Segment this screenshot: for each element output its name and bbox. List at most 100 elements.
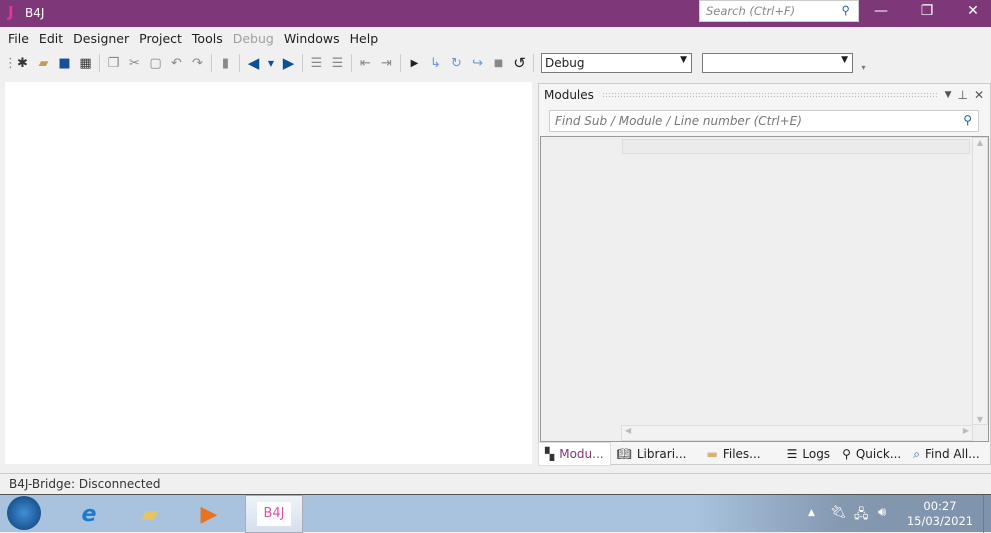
indent-icon[interactable]: ⇥ xyxy=(376,56,397,71)
magnifier-icon: ⚲ xyxy=(842,447,851,461)
panel-title: Modules xyxy=(544,88,594,102)
restart-icon[interactable]: ↺ xyxy=(509,54,530,72)
module-select[interactable]: ▼ xyxy=(702,53,853,73)
folder-icon: ▬ xyxy=(706,447,718,461)
clock[interactable]: 00:27 15/03/2021 xyxy=(905,499,975,529)
cut-icon[interactable]: ✂ xyxy=(124,56,145,71)
grip-icon: ⋮ xyxy=(4,55,17,71)
menu-designer[interactable]: Designer xyxy=(68,31,134,46)
status-bar: B4J-Bridge: Disconnected xyxy=(0,473,991,495)
separator xyxy=(400,54,401,72)
window-title: B4J xyxy=(25,6,45,20)
modules-icon: ▚ xyxy=(545,447,555,461)
separator xyxy=(302,54,303,72)
run-icon[interactable]: ▶ xyxy=(404,58,425,69)
menu-windows[interactable]: Windows xyxy=(279,31,345,46)
open-file-icon[interactable]: ▰ xyxy=(33,56,54,71)
search-icon: ⚲ xyxy=(963,113,972,127)
network-icon[interactable]: 🖧 xyxy=(854,505,869,527)
horizontal-scrollbar[interactable]: ◀ ▶ xyxy=(621,425,973,441)
back-icon[interactable]: ◀ xyxy=(243,54,264,72)
modules-list[interactable]: ▲ ▼ ◀ ▶ xyxy=(540,136,989,442)
scroll-up-icon[interactable]: ▲ xyxy=(973,138,987,147)
file-explorer-icon[interactable]: ▰ xyxy=(121,499,179,531)
menu-help[interactable]: Help xyxy=(345,31,384,46)
search-icon: ⚲ xyxy=(841,3,850,17)
clock-date: 15/03/2021 xyxy=(906,514,974,528)
menu-tools[interactable]: Tools xyxy=(187,31,228,46)
vertical-scrollbar[interactable]: ▲ ▼ xyxy=(972,137,988,425)
build-config-value: Debug xyxy=(545,56,585,70)
undo-icon[interactable]: ↶ xyxy=(166,56,187,71)
tab-label: Modu... xyxy=(559,447,604,461)
app-logo-icon: J xyxy=(8,3,14,21)
outdent-icon[interactable]: ⇤ xyxy=(355,56,376,71)
show-desktop-button[interactable] xyxy=(983,495,991,533)
close-button[interactable]: ✕ xyxy=(950,0,991,22)
tab-find-all[interactable]: ⌕ Find All... xyxy=(907,442,985,466)
code-editor[interactable] xyxy=(5,82,532,464)
tab-files[interactable]: ▬ Files... xyxy=(700,442,766,466)
restore-button[interactable]: ❐ xyxy=(904,0,950,22)
menu-bar: File Edit Designer Project Tools Debug W… xyxy=(0,27,991,50)
search-placeholder: Search (Ctrl+F) xyxy=(706,4,796,18)
scroll-left-icon[interactable]: ◀ xyxy=(625,426,631,435)
media-player-icon[interactable]: ▶ xyxy=(180,499,238,531)
find-sub-input[interactable]: Find Sub / Module / Line number (Ctrl+E)… xyxy=(549,110,979,132)
separator xyxy=(99,54,100,72)
step-out-icon[interactable]: ↪ xyxy=(467,56,488,71)
panel-menu-icon[interactable]: ▼ xyxy=(945,90,952,100)
toolbar-overflow-icon[interactable]: ▾ xyxy=(853,63,874,72)
separator xyxy=(533,54,534,72)
start-button[interactable] xyxy=(0,496,48,530)
save-icon[interactable]: ■ xyxy=(54,56,75,71)
export-icon[interactable]: ▦ xyxy=(75,56,96,71)
step-over-icon[interactable]: ↻ xyxy=(446,56,467,71)
dropdown-arrow-icon: ▼ xyxy=(680,55,687,65)
panel-header: Modules ▼ ⊥ ✕ xyxy=(539,84,990,106)
tab-label: Logs xyxy=(802,447,831,461)
bookmark-icon[interactable]: ▮ xyxy=(215,56,236,71)
panel-grip[interactable] xyxy=(601,92,937,98)
menu-debug[interactable]: Debug xyxy=(228,31,279,46)
tab-libraries[interactable]: 📖︎ Librari... xyxy=(611,442,693,466)
search-input[interactable]: Search (Ctrl+F) ⚲ xyxy=(699,0,859,22)
stop-icon[interactable]: ■ xyxy=(488,58,509,69)
forward-icon[interactable]: ▶ xyxy=(278,54,299,72)
build-config-select[interactable]: Debug ▼ xyxy=(541,53,692,73)
new-file-icon[interactable]: ✱ xyxy=(12,56,33,71)
redo-icon[interactable]: ↷ xyxy=(187,56,208,71)
menu-file[interactable]: File xyxy=(3,31,34,46)
menu-project[interactable]: Project xyxy=(134,31,187,46)
back-dropdown-icon[interactable]: ▼ xyxy=(264,59,278,68)
book-icon: 📖︎ xyxy=(616,447,632,461)
title-bar: J B4J Search (Ctrl+F) ⚲ — ❐ ✕ xyxy=(0,0,991,27)
comment-icon[interactable]: ☰ xyxy=(306,56,327,71)
separator xyxy=(239,54,240,72)
internet-explorer-icon[interactable]: e xyxy=(60,499,118,531)
uncomment-icon[interactable]: ☰ xyxy=(327,56,348,71)
pin-icon[interactable]: ⊥ xyxy=(957,88,967,102)
b4j-taskbar-button[interactable]: B4J xyxy=(245,495,303,533)
tab-logs[interactable]: ☰ Logs xyxy=(781,442,836,466)
power-icon[interactable]: 🔌︎ xyxy=(830,505,847,520)
show-hidden-icons[interactable]: ▲ xyxy=(808,508,815,518)
panel-close-icon[interactable]: ✕ xyxy=(974,88,984,102)
find-placeholder: Find Sub / Module / Line number (Ctrl+E) xyxy=(555,114,802,128)
paste-icon[interactable]: ▢ xyxy=(145,56,166,71)
taskbar: e ▰ ▶ B4J ▲ 🔌︎ 🖧 🔊︎ 00:27 15/03/2021 xyxy=(0,494,991,533)
scroll-down-icon[interactable]: ▼ xyxy=(973,415,987,424)
volume-icon[interactable]: 🔊︎ xyxy=(878,505,886,520)
scroll-right-icon[interactable]: ▶ xyxy=(963,426,969,435)
minimize-button[interactable]: — xyxy=(858,0,904,22)
list-header xyxy=(622,139,970,154)
tab-quick-search[interactable]: ⚲ Quick... xyxy=(836,442,907,466)
tab-label: Find All... xyxy=(924,447,980,461)
b4j-taskbar-icon: B4J xyxy=(257,502,291,526)
tab-modules[interactable]: ▚ Modu... xyxy=(538,442,611,466)
step-in-icon[interactable]: ↳ xyxy=(425,56,446,71)
modules-panel: Modules ▼ ⊥ ✕ Find Sub / Module / Line n… xyxy=(538,83,991,465)
tab-label: Quick... xyxy=(855,447,902,461)
copy-icon[interactable]: ❐ xyxy=(103,56,124,71)
menu-edit[interactable]: Edit xyxy=(34,31,68,46)
